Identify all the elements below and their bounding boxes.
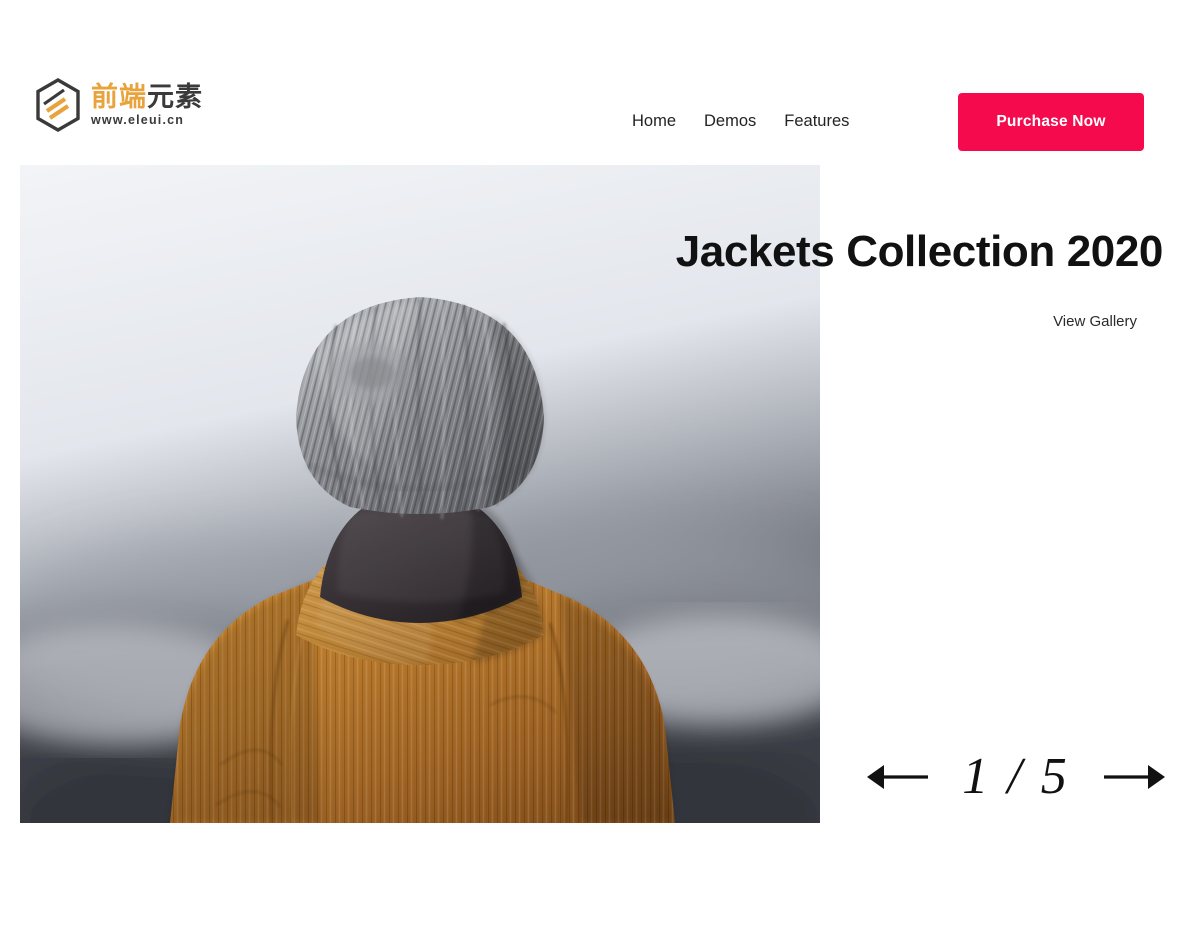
arrow-right-icon xyxy=(1103,762,1166,792)
brand-name-part1: 前端 xyxy=(91,82,147,113)
slide-counter: 1 / 5 xyxy=(962,748,1070,805)
site-header: 前端元素 www.eleui.cn Home Demos Features Pu… xyxy=(0,0,1200,165)
view-gallery-link[interactable]: View Gallery xyxy=(1053,313,1137,330)
brand-text: 前端元素 www.eleui.cn xyxy=(91,83,203,127)
nav-item-home[interactable]: Home xyxy=(632,112,676,131)
hero-section: Jackets Collection 2020 View Gallery xyxy=(0,165,1200,823)
nav-item-features[interactable]: Features xyxy=(784,112,849,131)
nav-item-demos[interactable]: Demos xyxy=(704,112,756,131)
main-navigation: Home Demos Features xyxy=(632,112,849,131)
view-gallery-wrapper: View Gallery xyxy=(0,313,1137,331)
hero-title: Jackets Collection 2020 xyxy=(675,227,1164,276)
brand-url: www.eleui.cn xyxy=(91,113,185,128)
brand-name: 前端元素 xyxy=(91,83,203,111)
landing-page: 前端元素 www.eleui.cn Home Demos Features Pu… xyxy=(0,0,1200,937)
brand-name-part2: 元素 xyxy=(147,82,203,113)
hexagon-logo-icon xyxy=(34,78,82,132)
next-slide-button[interactable] xyxy=(1103,760,1166,794)
purchase-now-button[interactable]: Purchase Now xyxy=(958,93,1144,151)
prev-slide-button[interactable] xyxy=(866,760,928,794)
slider-pagination: 1 / 5 xyxy=(866,742,1166,812)
brand-logo[interactable]: 前端元素 www.eleui.cn xyxy=(34,78,203,132)
arrow-left-icon xyxy=(866,762,928,792)
